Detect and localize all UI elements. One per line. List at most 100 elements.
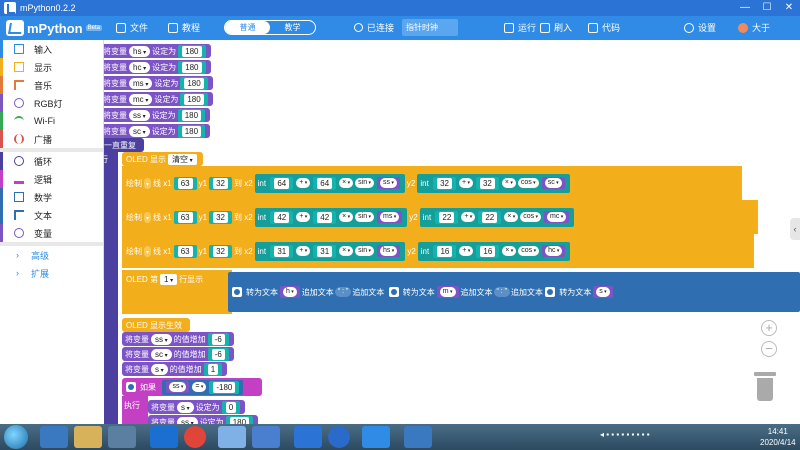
operator-dropdown[interactable]: = [192,382,207,392]
variable-block[interactable]: ss [166,381,190,393]
ie-browser-icon[interactable] [40,426,68,448]
zoom-out-button[interactable]: − [761,341,777,357]
change-variable-block[interactable]: 将变量s的值增加 1 [122,362,228,376]
category-logic[interactable]: 逻辑 [0,170,103,188]
change-variable-block[interactable]: 将变量sc的值增加 -6 [122,347,234,361]
number-block[interactable]: 22 [478,210,502,224]
category-input[interactable]: 输入 [0,40,103,58]
number-value[interactable]: 22 [482,211,498,223]
set-variable-block[interactable]: 将变量hc设定为 180 [104,60,211,74]
category-extensions[interactable]: › 扩展 [0,264,103,282]
variable-dropdown[interactable]: hs [129,45,151,57]
category-rgb[interactable]: RGB灯 [0,94,103,112]
operator-dropdown[interactable]: + [459,246,474,256]
variable-block[interactable]: h [280,286,300,298]
operator-dropdown[interactable]: × [339,246,354,256]
number-value[interactable]: 32 [213,211,228,223]
oled-row-display-block[interactable]: OLED 第1行显示 [122,270,232,314]
variable-dropdown[interactable]: ss [129,109,150,121]
mode-normal[interactable]: 普通 [225,21,270,34]
variable-block[interactable]: s [593,286,613,298]
maximize-button[interactable]: ☐ [756,0,778,16]
file-menu[interactable]: 文件 [116,21,148,34]
draw-line-block[interactable]: 绘制 线 x1 63 y1 32 到 x2 int 31 + 31 × sin … [122,234,754,268]
number-block[interactable]: 16 [476,244,500,258]
chrome-icon[interactable] [184,426,206,448]
category-advanced[interactable]: › 高级 [0,246,103,264]
variable-dropdown[interactable]: sc [129,125,150,137]
trash-icon[interactable] [754,372,776,402]
variable-dropdown[interactable]: hs [380,246,398,256]
minimize-button[interactable]: — [734,0,756,16]
number-block[interactable]: 64 [270,176,294,190]
operator-dropdown[interactable]: × [501,178,516,188]
run-button[interactable]: 运行 [504,21,536,34]
variable-dropdown[interactable]: ss [169,382,187,392]
category-wifi[interactable]: Wi-Fi [0,112,103,130]
number-value[interactable]: 16 [437,245,453,257]
operator-dropdown[interactable]: × [339,178,354,188]
mpython-taskbar-icon[interactable] [362,426,390,448]
variable-block[interactable]: m [436,286,459,298]
tutorial-menu[interactable]: 教程 [168,21,200,34]
mode-toggle[interactable]: 普通 教学 [224,20,316,35]
number-block[interactable]: -6 [207,332,229,346]
variable-dropdown[interactable]: mc [547,212,567,222]
category-math[interactable]: 数学 [0,188,103,206]
media-player-icon[interactable] [108,426,136,448]
gear-icon[interactable] [126,382,136,392]
number-value[interactable]: 180 [181,125,202,137]
number-value[interactable]: 16 [480,245,496,257]
code-button[interactable]: 代码 [588,21,620,34]
number-block[interactable]: 31 [313,244,337,258]
number-value[interactable]: 180 [229,416,250,424]
number-value[interactable]: 32 [213,245,228,257]
number-value[interactable]: 0 [225,401,237,413]
number-block[interactable]: 0 [221,400,241,414]
number-value[interactable]: 180 [182,45,202,57]
blocks-workspace[interactable]: 将变量hs设定为180 将变量hc设定为180 将变量ms设定为180 将变量m… [104,40,800,424]
set-variable-block[interactable]: 将变量mc设定为 180 [104,92,213,106]
number-block[interactable]: 180 [180,76,208,90]
variable-dropdown[interactable]: mc [129,93,153,105]
number-block[interactable]: 63 [173,244,197,258]
app-icon[interactable] [328,426,350,448]
zoom-in-button[interactable]: + [761,320,777,336]
variable-dropdown[interactable]: s [177,401,194,413]
number-value[interactable]: 180 [184,93,204,105]
number-value[interactable]: 180 [182,61,202,73]
user-menu[interactable]: 大于 [738,21,770,34]
variable-dropdown[interactable]: ss [177,416,198,424]
number-value[interactable]: -6 [211,333,225,345]
number-value[interactable]: 63 [177,245,193,257]
number-value[interactable]: 63 [177,211,193,223]
variable-dropdown[interactable]: sc [151,348,172,360]
set-variable-block[interactable]: 将变量ss设定为 180 [104,108,211,122]
category-variables[interactable]: 变量 [0,224,103,242]
row-dropdown[interactable]: 1 [160,274,178,285]
number-value[interactable]: -180 [213,381,236,393]
number-block[interactable]: 31 [270,244,294,258]
number-block[interactable]: 32 [209,244,232,258]
draw-dropdown[interactable] [144,211,152,223]
draw-dropdown[interactable] [144,177,152,189]
set-variable-block[interactable]: 将变量ss设定为 180 [148,415,259,424]
variable-block[interactable]: hs [377,245,401,257]
number-block[interactable]: 180 [177,108,206,122]
category-text[interactable]: 文本 [0,206,103,224]
operator-dropdown[interactable]: + [461,212,476,222]
gear-icon[interactable] [232,287,242,297]
gear-icon[interactable] [388,287,399,297]
function-dropdown[interactable]: sin [355,212,375,222]
int-expression-block[interactable]: int 31 + 31 × sin hs [254,241,406,261]
int-expression-block[interactable]: int 16 + 16 × cos hc [417,241,571,261]
operator-dropdown[interactable]: + [296,246,311,256]
set-variable-block[interactable]: 将变量hs设定为 180 [104,44,211,58]
number-value[interactable]: 42 [317,211,333,223]
number-block[interactable]: 32 [209,210,232,224]
variable-dropdown[interactable]: h [283,287,297,297]
int-expression-block[interactable]: int 42 + 42 × sin ms [254,207,408,227]
change-variable-block[interactable]: 将变量ss的值增加 -6 [122,332,234,346]
number-block[interactable]: 63 [173,210,197,224]
number-block[interactable]: 180 [178,60,206,74]
